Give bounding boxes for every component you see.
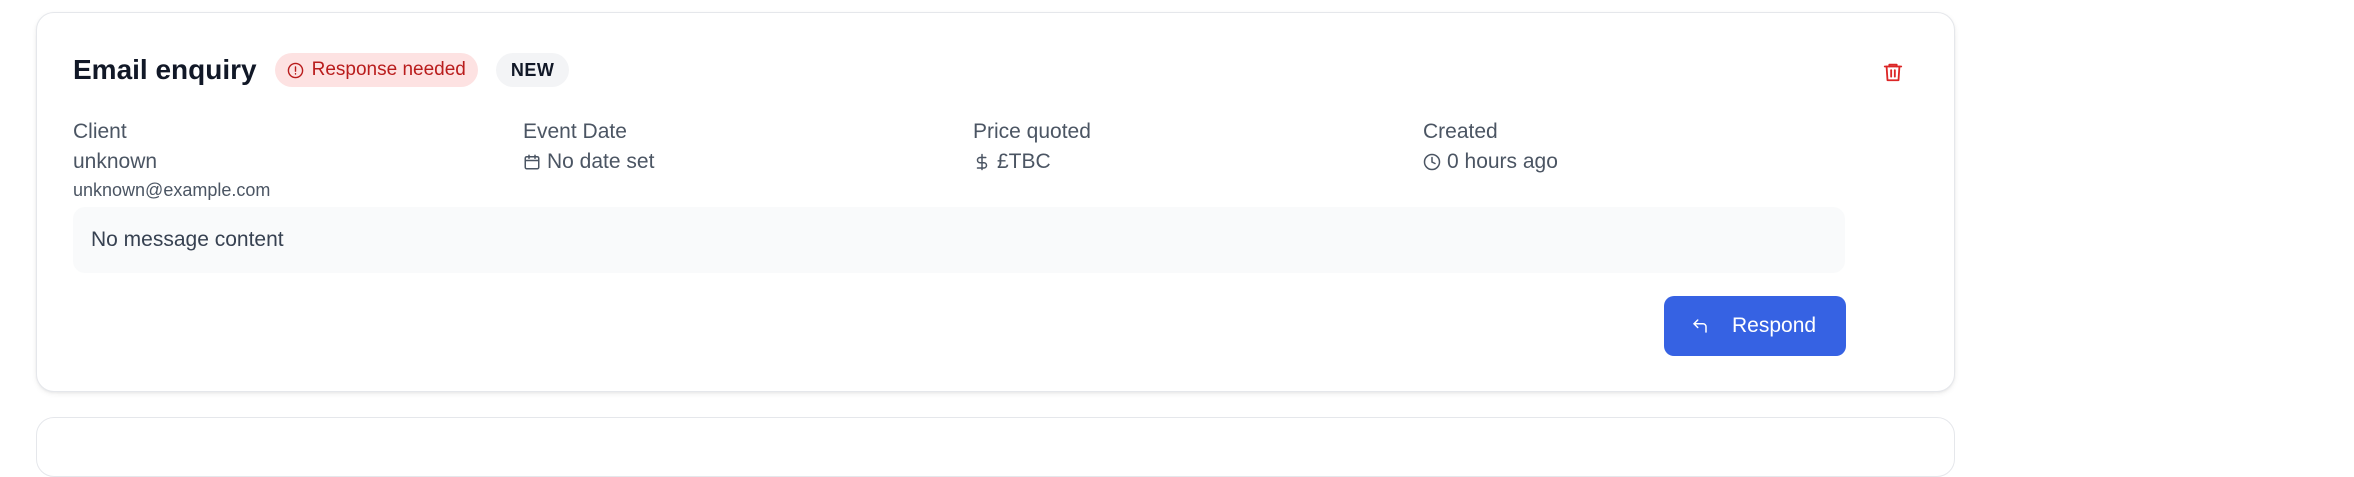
respond-label: Respond bbox=[1732, 314, 1817, 337]
next-enquiry-card bbox=[36, 417, 1955, 477]
respond-button[interactable]: Respond bbox=[1664, 296, 1846, 356]
client-info: Client unknown unknown@example.com bbox=[73, 117, 270, 203]
calendar-icon bbox=[523, 153, 541, 171]
created-value: 0 hours ago bbox=[1447, 150, 1558, 173]
price-info: Price quoted £TBC bbox=[973, 117, 1091, 177]
price-value: £TBC bbox=[997, 150, 1051, 173]
client-email: unknown@example.com bbox=[73, 180, 271, 200]
alert-circle-icon bbox=[287, 62, 304, 79]
message-box: No message content bbox=[73, 207, 1845, 273]
delete-button[interactable] bbox=[1878, 57, 1908, 87]
event-date-value: No date set bbox=[547, 150, 655, 173]
price-value-row: £TBC bbox=[973, 147, 1091, 177]
enquiry-card: Email enquiry Response needed NEW Client… bbox=[36, 12, 1955, 392]
enquiry-header: Email enquiry Response needed NEW bbox=[73, 53, 570, 87]
client-label: Client bbox=[73, 120, 127, 143]
clock-icon bbox=[1423, 153, 1441, 171]
response-needed-badge: Response needed bbox=[274, 53, 478, 87]
reply-icon bbox=[1690, 317, 1710, 335]
trash-icon bbox=[1882, 60, 1904, 84]
message-content: No message content bbox=[91, 228, 284, 251]
created-info: Created 0 hours ago bbox=[1423, 117, 1558, 177]
response-needed-label: Response needed bbox=[311, 59, 466, 80]
event-date-label: Event Date bbox=[523, 120, 627, 143]
created-label: Created bbox=[1423, 120, 1498, 143]
new-badge: NEW bbox=[495, 53, 570, 87]
client-name: unknown bbox=[73, 150, 158, 173]
event-date-value-row: No date set bbox=[523, 147, 654, 177]
dollar-icon bbox=[973, 152, 991, 172]
event-date-info: Event Date No date set bbox=[523, 117, 654, 177]
price-label: Price quoted bbox=[973, 120, 1091, 143]
enquiry-title: Email enquiry bbox=[73, 54, 257, 85]
created-value-row: 0 hours ago bbox=[1423, 147, 1558, 177]
